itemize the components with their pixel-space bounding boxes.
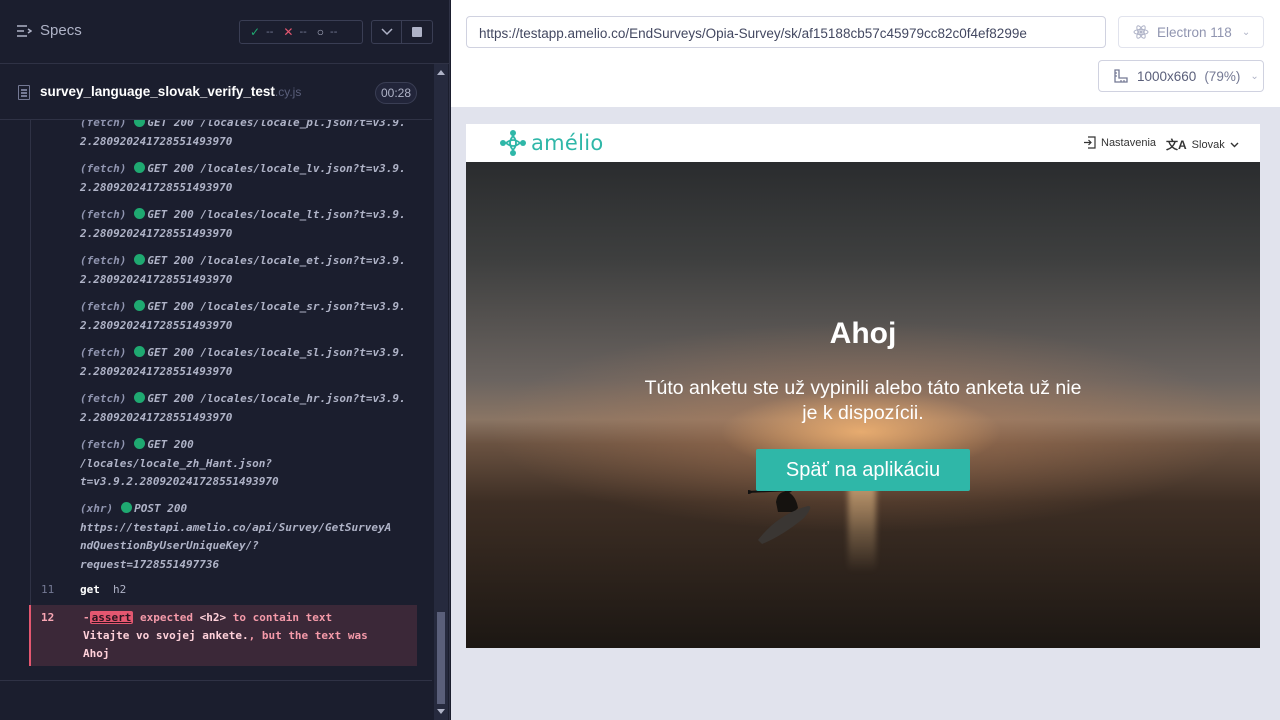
translate-icon: 文A	[1166, 138, 1187, 152]
status-dot-icon	[134, 120, 146, 127]
command-get[interactable]: 11 get h2	[30, 578, 417, 604]
status-dot-icon	[121, 502, 133, 513]
stop-icon	[412, 27, 422, 37]
scroll-down-icon[interactable]	[437, 709, 445, 714]
log-entry[interactable]: (xhr) POST 200 https://testapi.amelio.co/a…	[80, 500, 412, 574]
chevron-down-icon	[380, 28, 393, 36]
back-to-app-button[interactable]: Späť na aplikáciu	[756, 449, 970, 491]
status-dot-icon	[134, 300, 146, 311]
survey-unavailable-message: Túto anketu ste už vypinili alebo táto a…	[644, 377, 1082, 424]
command-name: get	[80, 583, 100, 596]
stop-button[interactable]	[402, 20, 433, 44]
browser-selector[interactable]: Electron 118 ⌄	[1118, 16, 1264, 48]
log-indent-border	[30, 120, 31, 605]
log-entry[interactable]: (fetch) GET 200 /locales/locale_sr.json?t…	[80, 298, 412, 335]
command-log-panel: Specs ✓ -- ✕ -- ○ -- survey_language_slovak…	[0, 0, 450, 720]
assert-message: - assert expected <h2> to contain text Vit…	[83, 611, 368, 660]
settings-label: Nastavenia	[1101, 136, 1157, 149]
kayaker-silhouette	[748, 484, 833, 544]
x-icon: ✕	[283, 25, 294, 39]
log-entry[interactable]: (fetch) GET 200 /locales/locale_hr.json?t…	[80, 390, 412, 427]
status-dot-icon	[134, 162, 146, 173]
pending-icon: ○	[316, 25, 325, 39]
command-log: (fetch) GET 200 /locales/locale_pl.json?t…	[0, 120, 432, 680]
hero-background: Ahoj Túto anketu ste už vypinili alebo t…	[466, 162, 1260, 648]
page-title: Ahoj	[829, 317, 897, 350]
specs-label: Specs	[40, 22, 82, 39]
pending-stat: ○ --	[316, 25, 338, 39]
log-entry[interactable]: (fetch) GET 200 /locales/locale_pl.json?t…	[80, 120, 412, 151]
log-entry[interactable]: (fetch) GET 200/locales/locale_zh_Hant.js…	[80, 436, 412, 492]
log-entry[interactable]: (fetch) GET 200 /locales/locale_et.json?t…	[80, 252, 412, 289]
logo-text: amélio	[531, 131, 604, 155]
status-dot-icon	[134, 208, 146, 219]
log-entry[interactable]: (fetch) GET 200 /locales/locale_lt.json?t…	[80, 206, 412, 243]
chevron-down-icon: ⌄	[1241, 26, 1251, 38]
electron-icon	[1133, 25, 1149, 39]
chevron-down-icon	[1230, 142, 1239, 147]
spec-header: survey_language_slovak_verify_test.cy.js…	[0, 64, 432, 120]
ruler-icon	[1114, 69, 1128, 83]
specs-toggle-button[interactable]: Specs	[16, 22, 82, 39]
status-dot-icon	[134, 346, 146, 357]
app-preview-panel: https://testapp.amelio.co/EndSurveys/Opi…	[451, 0, 1280, 720]
command-arg: h2	[113, 583, 127, 596]
spec-duration: 00:28	[375, 82, 417, 104]
passed-stat: ✓ --	[250, 25, 274, 39]
language-label: Slovak	[1191, 138, 1225, 151]
collapse-button[interactable]	[371, 20, 402, 44]
command-assert-failed[interactable]: 12 - assert expected <h2> to contain text…	[29, 605, 417, 666]
log-entry[interactable]: (fetch) GET 200 /locales/locale_lv.json?t…	[80, 160, 412, 197]
assert-tag: assert	[89, 611, 134, 624]
url-bar[interactable]: https://testapp.amelio.co/EndSurveys/Opi…	[466, 16, 1106, 48]
browser-label: Electron 118	[1157, 24, 1232, 40]
preview-toolbar: https://testapp.amelio.co/EndSurveys/Opi…	[451, 0, 1280, 107]
app-frame: amélio Nastavenia 文A Slovak Ahoj Túto an…	[466, 124, 1260, 648]
status-dot-icon	[134, 438, 146, 449]
test-stats: ✓ -- ✕ -- ○ --	[239, 20, 363, 44]
zoom-level: (79%)	[1204, 68, 1241, 84]
log-entry[interactable]: (fetch) GET 200 /locales/locale_sl.json?t…	[80, 344, 412, 381]
status-dot-icon	[134, 392, 146, 403]
runner-header: Specs ✓ -- ✕ -- ○ --	[0, 0, 450, 64]
log-scrollbar[interactable]	[434, 64, 448, 720]
check-icon: ✓	[250, 25, 261, 39]
settings-link[interactable]: Nastavenia	[1083, 136, 1156, 149]
amelio-logo-icon	[500, 130, 526, 156]
status-dot-icon	[134, 254, 146, 265]
login-icon	[1084, 136, 1096, 149]
viewport-info[interactable]: 1000x660 (79%) ⌄	[1098, 60, 1264, 92]
scroll-thumb[interactable]	[437, 612, 445, 704]
amelio-logo[interactable]: amélio	[499, 129, 604, 157]
command-number: 11	[41, 583, 55, 596]
viewport-size: 1000x660	[1137, 68, 1197, 84]
document-icon	[18, 85, 30, 100]
failed-stat: ✕ --	[283, 25, 307, 39]
scroll-up-icon[interactable]	[437, 70, 445, 75]
app-header: amélio Nastavenia 文A Slovak	[466, 124, 1260, 162]
spec-file-name: survey_language_slovak_verify_test.cy.js	[40, 84, 302, 99]
sun-reflection	[848, 482, 876, 572]
chevron-down-icon: ⌄	[1250, 70, 1259, 82]
command-number: 12	[41, 611, 55, 624]
list-icon	[17, 24, 32, 37]
log-footer	[0, 680, 432, 720]
language-selector[interactable]: 文A Slovak	[1166, 136, 1239, 153]
